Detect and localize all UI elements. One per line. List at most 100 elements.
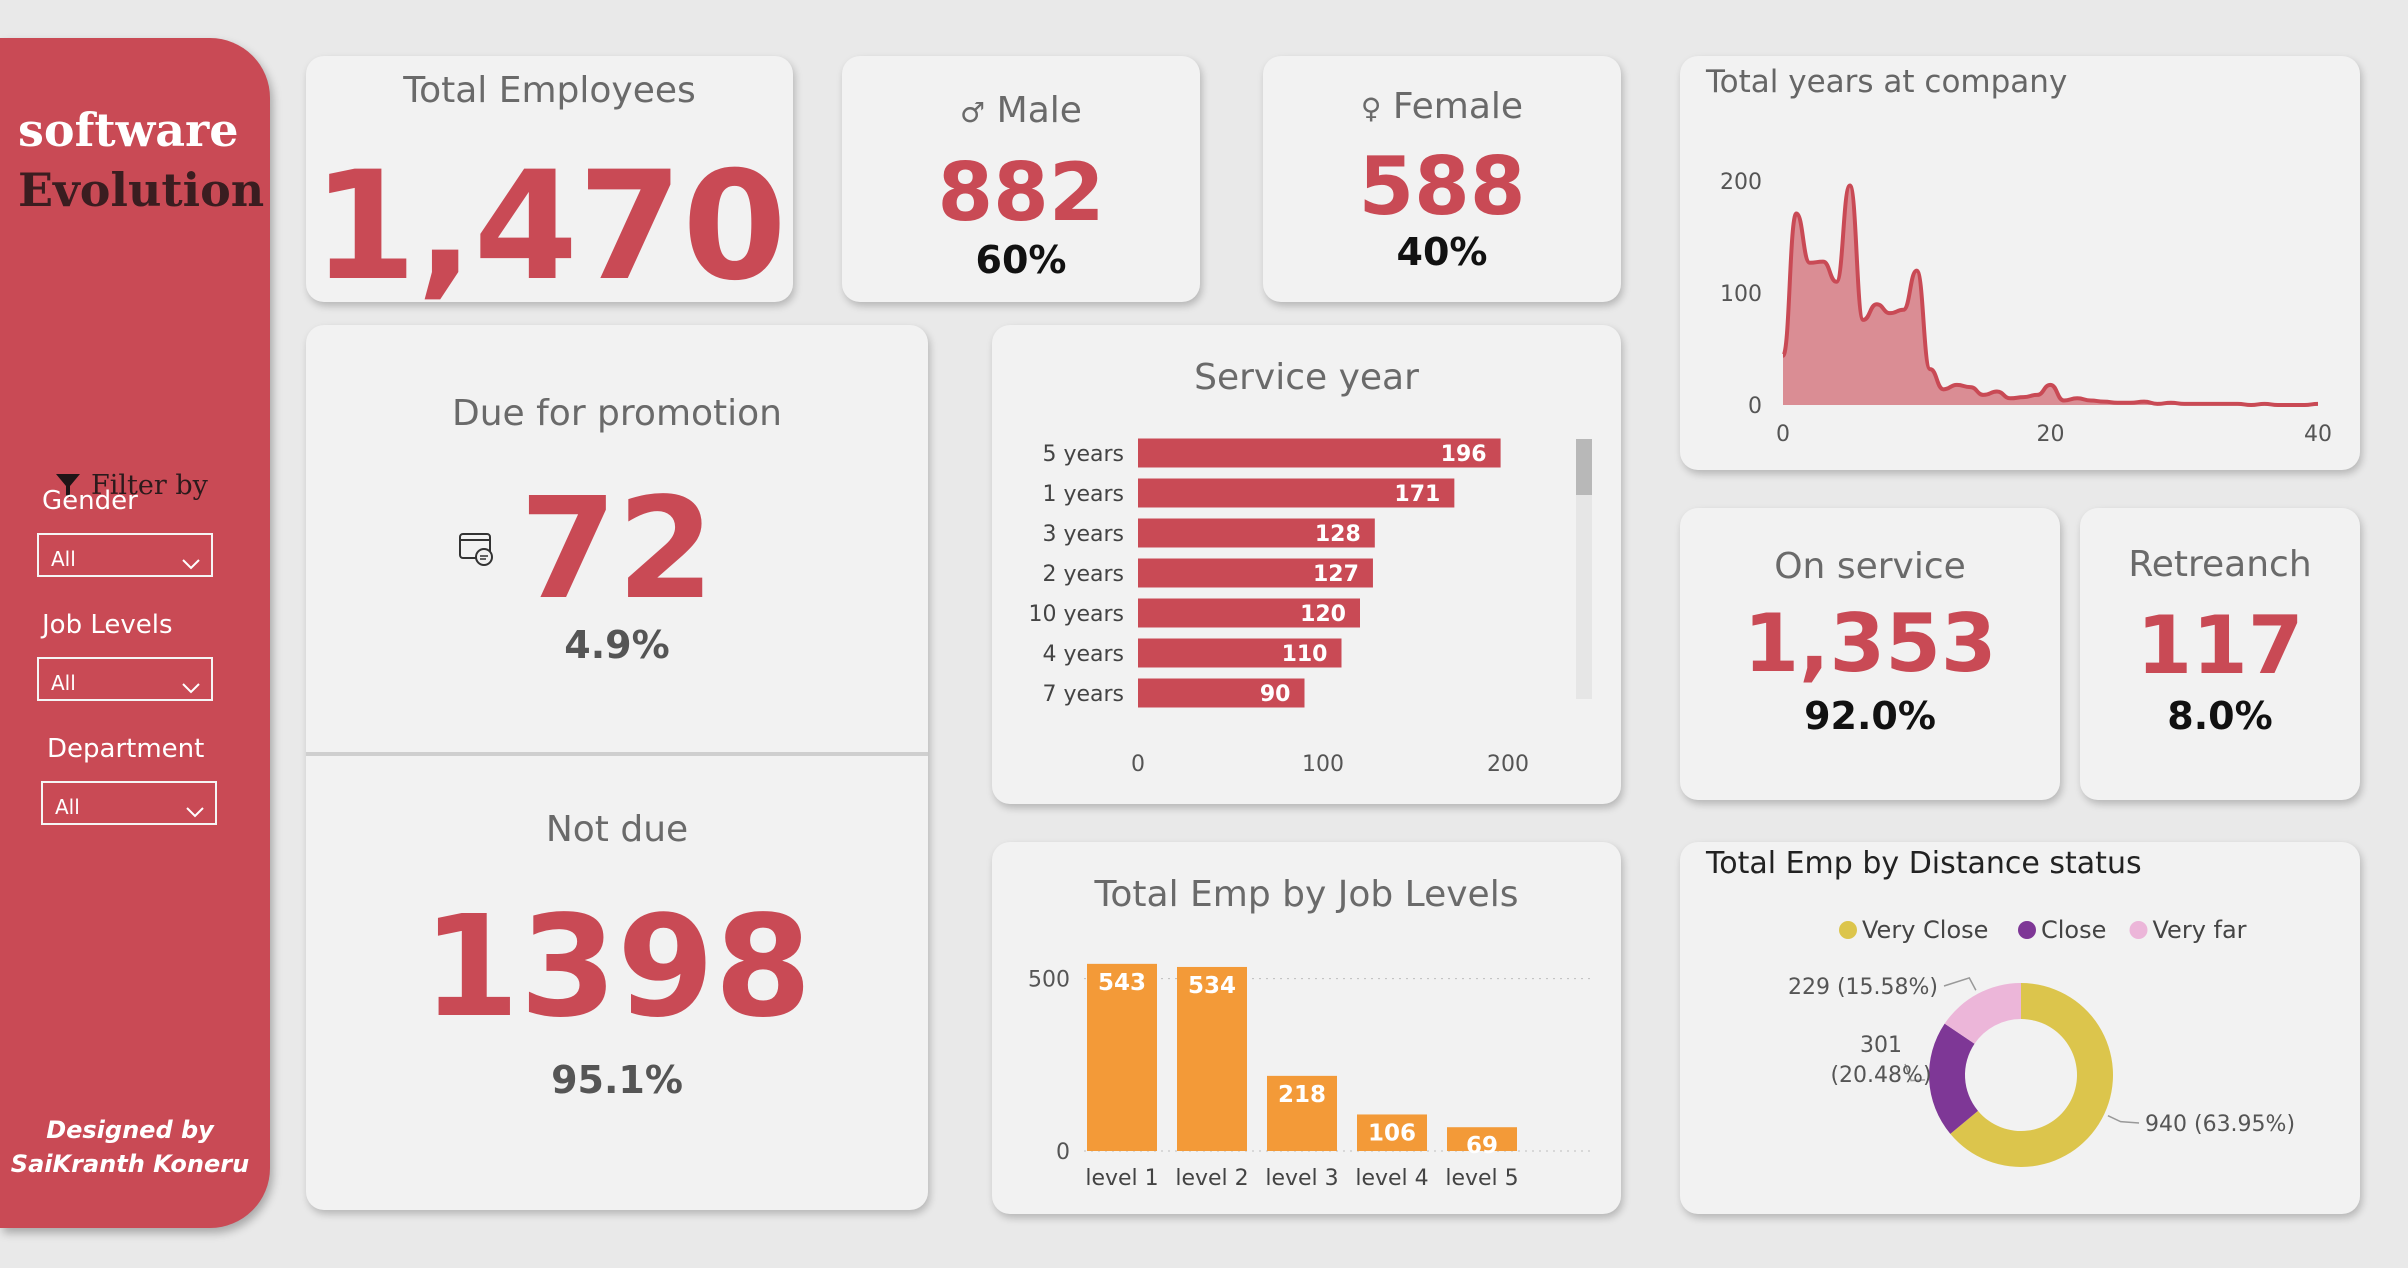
retrench-card: Retreanch 117 8.0%: [2080, 508, 2360, 800]
bar-value-label: 69: [1466, 1133, 1498, 1159]
bar-value-label: 110: [1282, 642, 1328, 667]
female-icon: ♀: [1360, 92, 1382, 125]
department-select-value: All: [55, 795, 80, 819]
sidebar: software Evolution Filter by Gender All …: [0, 38, 270, 1228]
female-pct: 40%: [1396, 230, 1488, 274]
legend-label: Very Close: [1862, 916, 1988, 944]
total-employees-title: Total Employees: [403, 70, 696, 111]
category-label: level 3: [1265, 1166, 1338, 1191]
bar-value-label: 543: [1098, 970, 1146, 996]
area-fill: [1783, 185, 2318, 405]
job-levels-card: Total Emp by Job Levels 0 500 543 level 1 53…: [992, 842, 1621, 1214]
divider: [306, 752, 928, 756]
chevron-down-icon: [182, 683, 200, 694]
job-levels-select[interactable]: All: [37, 657, 213, 701]
not-due-value: 1398: [422, 886, 812, 1049]
y-tick-label: 0: [1748, 394, 1762, 419]
retrench-value: 117: [2136, 599, 2304, 692]
due-value: 72: [519, 468, 715, 631]
x-tick-label: 200: [1487, 752, 1529, 777]
y-tick-label: 0: [1056, 1140, 1070, 1165]
chevron-down-icon: [182, 559, 200, 570]
male-value: 882: [937, 146, 1105, 239]
total-employees-card: Total Employees 1,470: [306, 56, 793, 302]
credit-line-2: SaiKranth Koneru: [10, 1150, 250, 1178]
category-label: 4 years: [1042, 642, 1124, 667]
gender-select[interactable]: All: [37, 533, 213, 577]
male-card: ♂ Male 882 60%: [842, 56, 1200, 302]
due-pct: 4.9%: [564, 623, 670, 667]
job-levels-filter-label: Job Levels: [42, 610, 173, 640]
category-label: 1 years: [1042, 482, 1124, 507]
on-service-card: On service 1,353 92.0%: [1680, 508, 2060, 800]
category-label: 2 years: [1042, 562, 1124, 587]
department-filter-label: Department: [47, 734, 205, 764]
years-at-company-card: Total years at company 0 100 200 0 20 40: [1680, 56, 2360, 470]
bar-value-label: 196: [1441, 442, 1487, 467]
bar-value-label: 534: [1188, 973, 1236, 999]
credit-line-1: Designed by: [46, 1116, 214, 1144]
female-value: 588: [1358, 140, 1526, 233]
brand-line-1: software: [18, 103, 239, 157]
x-tick-label: 40: [2304, 422, 2332, 447]
promotion-card: Due for promotion 72 4.9% Not due 1398 9…: [306, 325, 928, 1210]
x-tick-label: 100: [1302, 752, 1344, 777]
total-employees-value: 1,470: [312, 140, 787, 302]
distance-chart: Very Close Close Very far 940 (63.95%) 301 (2…: [1788, 916, 2295, 1167]
scrollbar-thumb: [1576, 439, 1592, 495]
female-title: Female: [1392, 86, 1524, 127]
department-select[interactable]: All: [41, 781, 217, 825]
x-tick-label: 0: [1131, 752, 1145, 777]
on-service-pct: 92.0%: [1804, 694, 1936, 738]
y-tick-label: 100: [1720, 282, 1762, 307]
chevron-down-icon: [186, 807, 204, 818]
bar-value-label: 128: [1315, 522, 1361, 547]
leader-line: [1943, 977, 1977, 991]
on-service-value: 1,353: [1743, 597, 1997, 690]
due-title: Due for promotion: [451, 393, 782, 434]
female-card: ♀ Female 588 40%: [1263, 56, 1621, 302]
service-year-chart: 5 years 196 1 years 171 3 years 128 2 years 127…: [1028, 438, 1592, 777]
female-title-row: ♀ Female: [1263, 86, 1621, 127]
not-due-title: Not due: [545, 809, 689, 850]
male-title: Male: [996, 90, 1082, 131]
slice-label: 940 (63.95%): [2145, 1112, 2295, 1137]
retrench-title: Retreanch: [2128, 544, 2312, 585]
category-label: level 1: [1085, 1166, 1158, 1191]
bar-value-label: 106: [1368, 1120, 1416, 1146]
gender-filter-label: Gender: [42, 486, 138, 516]
x-tick-label: 20: [2037, 422, 2065, 447]
slice-label: (20.48%): [1830, 1063, 1931, 1088]
category-label: level 2: [1175, 1166, 1248, 1191]
distance-card: Total Emp by Distance status Very Close C…: [1680, 842, 2360, 1214]
category-label: 5 years: [1042, 442, 1124, 467]
slice-label: 301: [1860, 1033, 1902, 1058]
male-title-row: ♂ Male: [842, 90, 1200, 131]
bar-value-label: 90: [1260, 682, 1291, 707]
category-label: level 4: [1355, 1166, 1428, 1191]
legend-swatch: [1839, 921, 1857, 939]
retrench-pct: 8.0%: [2167, 694, 2273, 738]
not-due-pct: 95.1%: [551, 1058, 683, 1102]
category-label: 3 years: [1042, 522, 1124, 547]
brand-line-2: Evolution: [18, 163, 265, 217]
legend-label: Very far: [2153, 916, 2247, 944]
legend-label: Close: [2041, 916, 2106, 944]
gender-select-value: All: [51, 547, 76, 571]
job-levels-chart: 0 500 543 level 1 534 level 2 218 level 3 106 lev…: [1028, 963, 1592, 1191]
legend-swatch: [2129, 921, 2148, 939]
male-icon: ♂: [960, 96, 986, 129]
bar-value-label: 218: [1278, 1082, 1326, 1108]
years-at-company-chart: 0 100 200 0 20 40: [1720, 170, 2332, 447]
on-service-title: On service: [1774, 546, 1966, 587]
job-levels-select-value: All: [51, 671, 76, 695]
category-label: level 5: [1445, 1166, 1518, 1191]
slice-label: 229 (15.58%): [1788, 975, 1938, 1000]
y-tick-label: 200: [1720, 170, 1762, 195]
bar-value-label: 171: [1394, 482, 1440, 507]
x-tick-label: 0: [1776, 422, 1790, 447]
leader-line: [2107, 1115, 2140, 1124]
credit: Designed by SaiKranth Koneru: [0, 1113, 260, 1181]
category-label: 10 years: [1028, 602, 1124, 627]
bar-value-label: 120: [1300, 602, 1346, 627]
